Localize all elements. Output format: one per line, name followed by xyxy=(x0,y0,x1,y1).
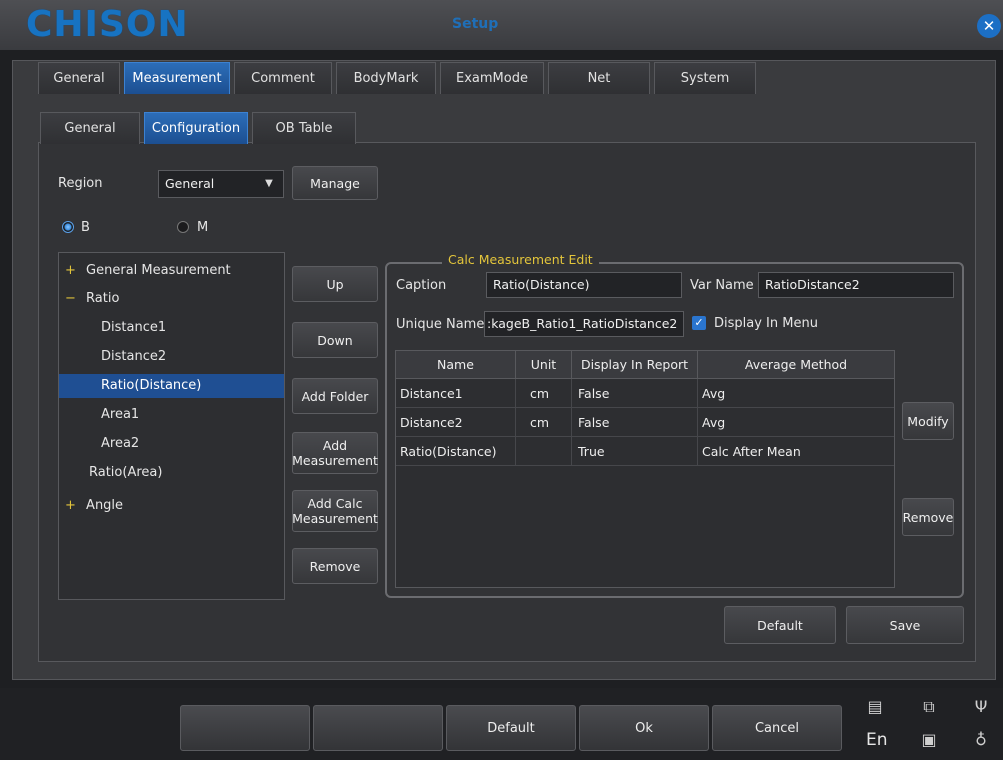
remove-calc-button[interactable]: Remove xyxy=(902,498,954,536)
caption-input[interactable]: Ratio(Distance) xyxy=(486,272,682,298)
caption-label: Caption xyxy=(396,278,447,293)
modify-button[interactable]: Modify xyxy=(902,402,954,440)
add-measurement-button[interactable]: Add Measurement xyxy=(292,432,378,474)
varname-label: Var Name xyxy=(690,278,754,293)
cell-unit: cm xyxy=(516,379,572,408)
measurement-tree[interactable]: + General Measurement − Ratio Distance1 … xyxy=(58,252,285,600)
tab-comment[interactable]: Comment xyxy=(234,62,332,94)
add-calc-label-1: Add Calc xyxy=(307,496,363,511)
tree-item-distance1[interactable]: Distance1 xyxy=(101,316,166,340)
subtab-general[interactable]: General xyxy=(40,112,140,144)
tree-item-ratio-distance[interactable]: Ratio(Distance) xyxy=(59,374,284,398)
unique-name-input[interactable]: :kageB_Ratio1_RatioDistance2 xyxy=(484,311,684,337)
tree-item-angle[interactable]: + Angle xyxy=(65,494,123,518)
display-in-menu-label: Display In Menu xyxy=(714,316,818,331)
chison-logo: CHISON xyxy=(26,4,189,45)
tree-item-area2[interactable]: Area2 xyxy=(101,432,139,456)
cell-display-in-report: True xyxy=(572,437,698,466)
cell-display-in-report: False xyxy=(572,379,698,408)
tab-net[interactable]: Net xyxy=(548,62,650,94)
col-header-name[interactable]: Name xyxy=(396,351,516,379)
region-value: General xyxy=(165,176,215,191)
softkey-2[interactable] xyxy=(313,705,443,751)
usb-icon[interactable]: Ψ xyxy=(970,697,992,716)
cell-name: Distance2 xyxy=(396,408,516,437)
cell-name: Ratio(Distance) xyxy=(396,437,516,466)
collapse-icon[interactable]: − xyxy=(65,291,76,306)
calc-items-table: Name Unit Display In Report Average Meth… xyxy=(395,350,895,588)
printer-icon[interactable]: ▣ xyxy=(918,730,940,749)
add-calc-label-2: Measurement xyxy=(292,511,378,526)
softkey-1[interactable] xyxy=(180,705,310,751)
tree-item-ratio-area[interactable]: Ratio(Area) xyxy=(89,461,162,485)
tree-item-area1[interactable]: Area1 xyxy=(101,403,139,427)
default-button[interactable]: Default xyxy=(724,606,836,644)
tree-item-label: Ratio xyxy=(86,291,120,306)
tree-item-general-measurement[interactable]: + General Measurement xyxy=(65,259,231,283)
cell-average-method: Avg xyxy=(698,379,894,408)
cancel-button[interactable]: Cancel xyxy=(712,705,842,751)
subtab-ob-table[interactable]: OB Table xyxy=(252,112,356,144)
radio-m[interactable] xyxy=(177,221,189,233)
tree-item-label: Angle xyxy=(86,498,124,513)
col-header-display-in-report[interactable]: Display In Report xyxy=(572,351,698,379)
cell-unit xyxy=(516,437,572,466)
language-indicator[interactable]: En xyxy=(866,730,888,750)
cell-average-method: Calc After Mean xyxy=(698,437,894,466)
database-icon[interactable]: ▤ xyxy=(864,697,886,716)
probe-icon[interactable]: ♁ xyxy=(970,730,992,749)
window-title: Setup xyxy=(452,16,499,32)
add-calc-measurement-button[interactable]: Add Calc Measurement xyxy=(292,490,378,532)
down-button[interactable]: Down xyxy=(292,322,378,358)
expand-icon[interactable]: + xyxy=(65,498,76,513)
radio-b-label: B xyxy=(81,220,90,235)
col-header-unit[interactable]: Unit xyxy=(516,351,572,379)
radio-b[interactable] xyxy=(62,221,74,233)
expand-icon[interactable]: + xyxy=(65,263,76,278)
network-icon[interactable]: ⧉ xyxy=(918,697,940,717)
region-label: Region xyxy=(58,176,103,191)
tab-exammode[interactable]: ExamMode xyxy=(440,62,544,94)
add-measurement-label-1: Add xyxy=(322,438,348,453)
remove-item-button[interactable]: Remove xyxy=(292,548,378,584)
varname-input[interactable]: RatioDistance2 xyxy=(758,272,954,298)
add-measurement-label-2: Measurement xyxy=(292,453,378,468)
manage-button[interactable]: Manage xyxy=(292,166,378,200)
cell-average-method: Avg xyxy=(698,408,894,437)
region-select[interactable]: General ▼ xyxy=(158,170,284,198)
ok-button[interactable]: Ok xyxy=(579,705,709,751)
tab-general[interactable]: General xyxy=(38,62,120,94)
cell-name: Distance1 xyxy=(396,379,516,408)
cell-unit: cm xyxy=(516,408,572,437)
tree-item-ratio[interactable]: − Ratio xyxy=(65,287,119,311)
unique-name-label: Unique Name xyxy=(396,317,485,332)
close-icon[interactable]: ✕ xyxy=(977,14,1001,38)
tab-system[interactable]: System xyxy=(654,62,756,94)
display-in-menu-checkbox[interactable]: ✓ xyxy=(692,316,706,330)
subtab-configuration[interactable]: Configuration xyxy=(144,112,248,144)
tab-bodymark[interactable]: BodyMark xyxy=(336,62,436,94)
tree-item-label: General Measurement xyxy=(86,263,231,278)
add-folder-button[interactable]: Add Folder xyxy=(292,378,378,414)
tree-item-distance2[interactable]: Distance2 xyxy=(101,345,166,369)
bottom-default-button[interactable]: Default xyxy=(446,705,576,751)
chevron-down-icon[interactable]: ▼ xyxy=(259,171,279,197)
radio-m-label: M xyxy=(197,220,209,235)
tab-measurement[interactable]: Measurement xyxy=(124,62,230,94)
save-button[interactable]: Save xyxy=(846,606,964,644)
up-button[interactable]: Up xyxy=(292,266,378,302)
cell-display-in-report: False xyxy=(572,408,698,437)
group-title: Calc Measurement Edit xyxy=(442,252,599,267)
col-header-average-method[interactable]: Average Method xyxy=(698,351,894,379)
